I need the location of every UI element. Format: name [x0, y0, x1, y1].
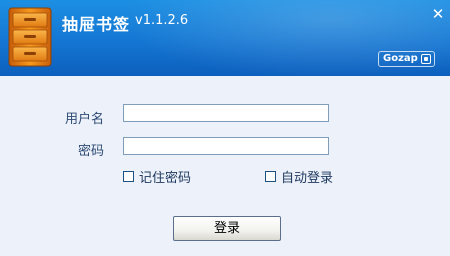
- brand-label: Gozap: [383, 53, 418, 64]
- auto-login-checkbox[interactable]: [265, 171, 276, 182]
- remember-password-option[interactable]: 记住密码: [123, 167, 191, 186]
- auto-login-label[interactable]: 自动登录: [281, 167, 333, 186]
- close-icon[interactable]: ✕: [432, 5, 445, 23]
- title-bar: 抽屉书签 v1.1.2.6 ✕ Gozap: [0, 0, 450, 76]
- username-label: 用户名: [64, 112, 104, 127]
- password-label: 密码: [77, 144, 104, 159]
- drawer-cabinet-icon: [8, 7, 52, 67]
- brand-badge: Gozap: [378, 51, 435, 67]
- remember-password-checkbox[interactable]: [123, 171, 134, 182]
- app-title: 抽屉书签: [62, 15, 131, 34]
- password-input[interactable]: [123, 137, 329, 155]
- close-button[interactable]: ✕: [430, 6, 446, 22]
- auto-login-option[interactable]: 自动登录: [265, 167, 333, 186]
- login-button[interactable]: 登录: [173, 216, 281, 241]
- remember-password-label[interactable]: 记住密码: [139, 167, 191, 186]
- brand-mark-icon: [420, 54, 431, 64]
- app-version: v1.1.2.6: [135, 13, 189, 28]
- username-input[interactable]: [123, 104, 329, 122]
